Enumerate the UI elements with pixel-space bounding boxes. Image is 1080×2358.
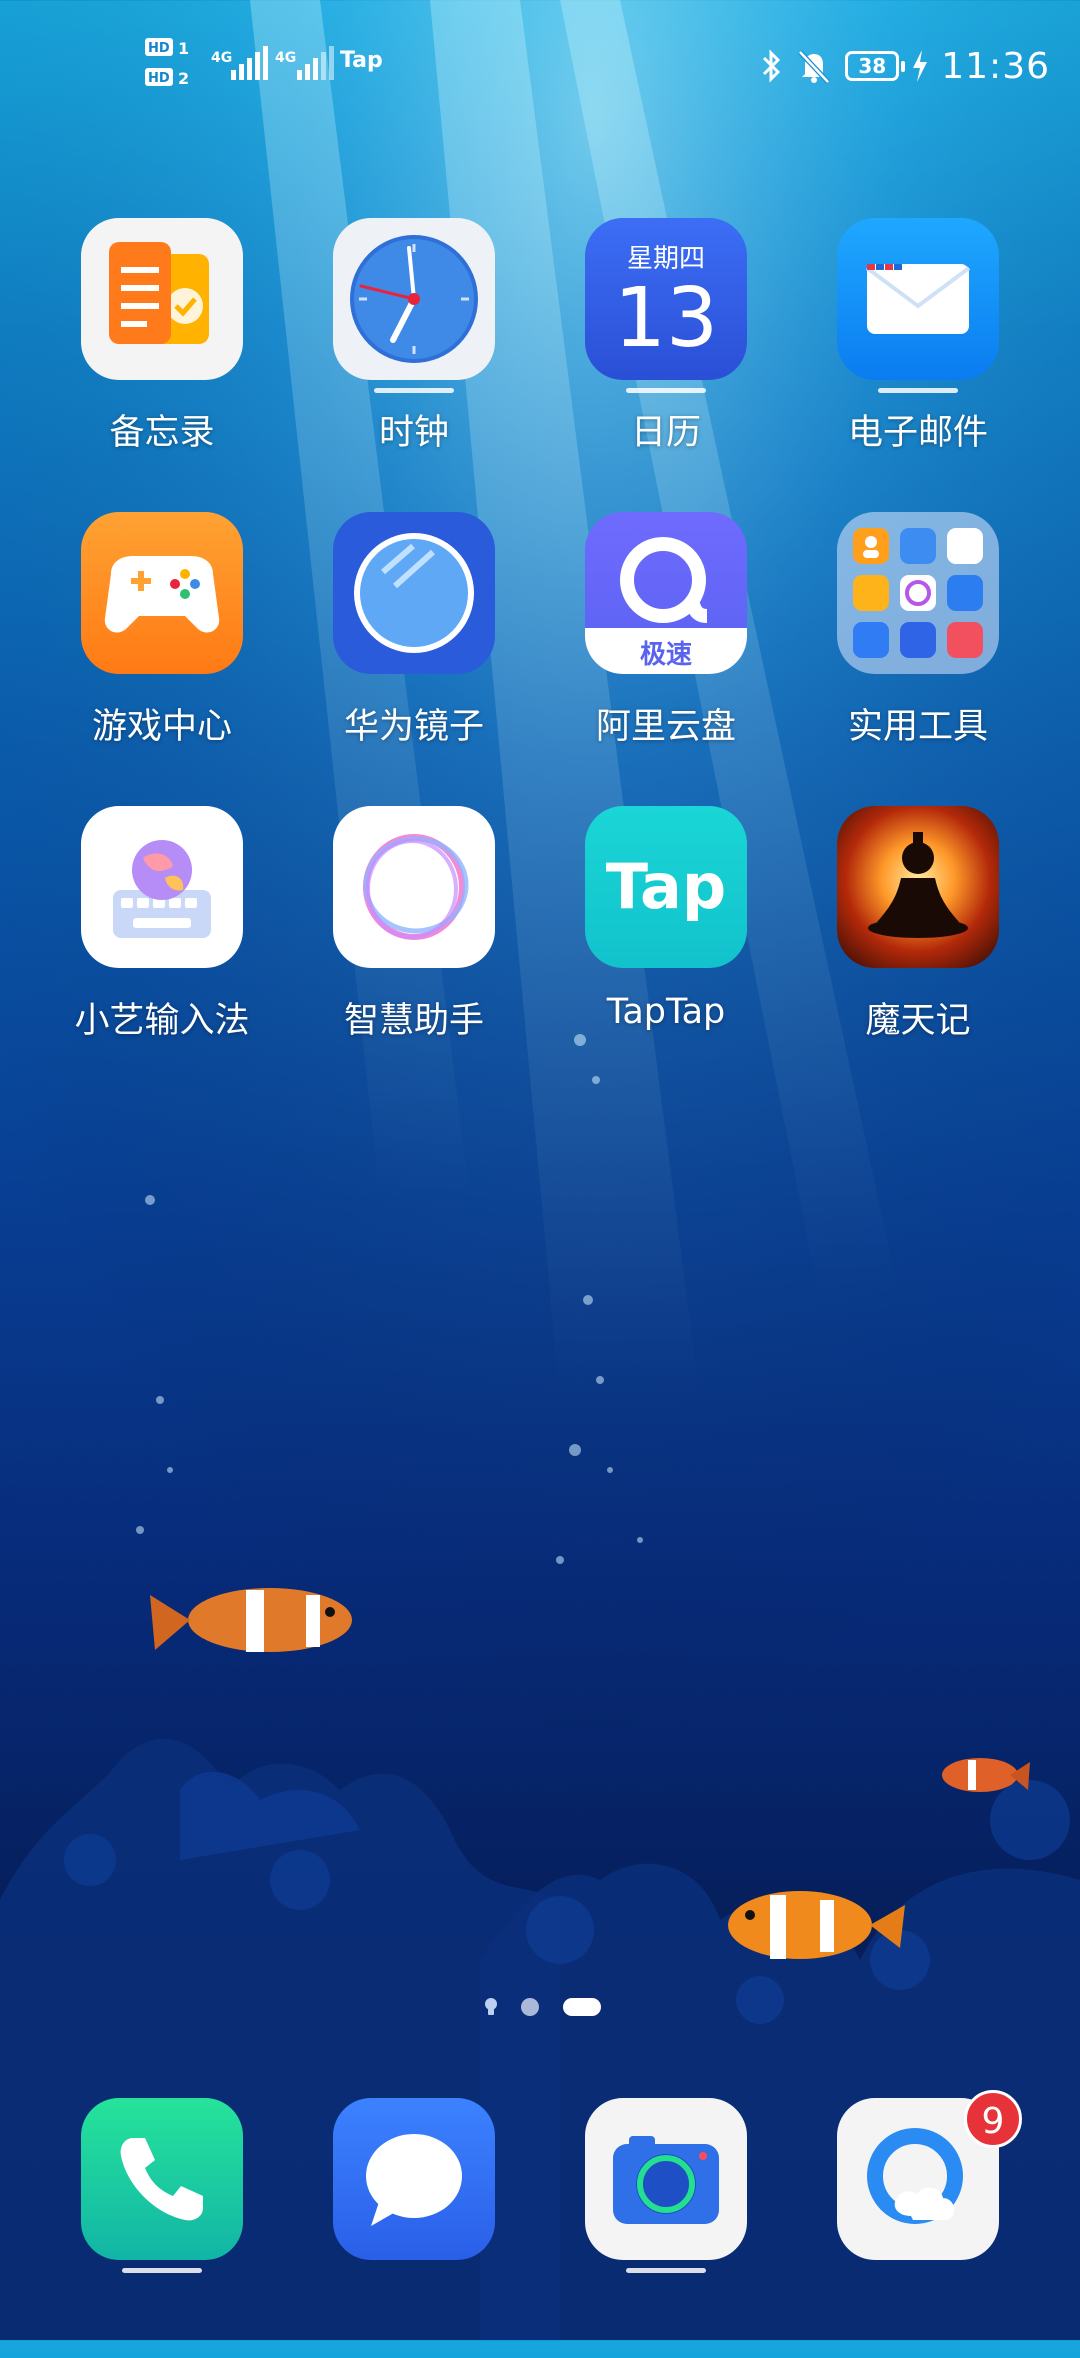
calendar-day: 13 bbox=[613, 271, 719, 366]
app-label: 小艺输入法 bbox=[74, 1001, 250, 1041]
app-indicator-line bbox=[626, 2268, 706, 2273]
taptap-logo-text: Tap bbox=[605, 850, 727, 923]
camera-icon bbox=[585, 2098, 747, 2260]
app-label: 游戏中心 bbox=[91, 707, 232, 747]
svg-text:HD: HD bbox=[148, 41, 170, 56]
aliyun-drive-icon: 极速 bbox=[585, 512, 747, 674]
app-indicator-line bbox=[878, 388, 958, 393]
clock-icon bbox=[333, 218, 495, 380]
notification-tap-label: Tap bbox=[340, 48, 383, 73]
app-label: 日历 bbox=[630, 413, 701, 453]
app-label: 时钟 bbox=[378, 413, 449, 453]
charging-bolt-icon bbox=[911, 48, 929, 84]
message-bubble-icon bbox=[333, 2098, 495, 2260]
status-time: 11:36 bbox=[941, 45, 1050, 87]
taptap-icon: Tap bbox=[585, 806, 747, 968]
dock-phone[interactable] bbox=[62, 2098, 262, 2358]
email-icon bbox=[837, 218, 999, 380]
app-calendar[interactable]: 星期四 13 日历 bbox=[566, 218, 766, 478]
bluetooth-icon bbox=[759, 46, 783, 86]
game-mtj-icon bbox=[837, 806, 999, 968]
app-taptap[interactable]: Tap TapTap bbox=[566, 806, 766, 1066]
notification-badge: 9 bbox=[964, 2090, 1022, 2148]
aliyun-speed-tag: 极速 bbox=[639, 640, 692, 670]
dock-camera[interactable] bbox=[566, 2098, 766, 2358]
app-motianji[interactable]: 魔天记 bbox=[818, 806, 1018, 1066]
app-label: 阿里云盘 bbox=[595, 707, 736, 747]
silent-bell-icon bbox=[795, 46, 833, 86]
tools-folder-icon bbox=[837, 512, 999, 674]
svg-text:4G: 4G bbox=[211, 50, 232, 66]
app-clock[interactable]: 时钟 bbox=[314, 218, 514, 478]
app-aliyun-drive[interactable]: 极速 阿里云盘 bbox=[566, 512, 766, 772]
app-label: 备忘录 bbox=[109, 413, 215, 453]
battery-icon: 38 bbox=[845, 51, 906, 81]
calendar-icon: 星期四 13 bbox=[585, 218, 747, 380]
app-indicator-line bbox=[626, 388, 706, 393]
app-indicator-line bbox=[122, 2268, 202, 2273]
app-indicator-line bbox=[374, 388, 454, 393]
app-label: 电子邮件 bbox=[847, 413, 988, 453]
mirror-icon bbox=[333, 512, 495, 674]
app-mirror[interactable]: 华为镜子 bbox=[314, 512, 514, 772]
app-xiaoyi-input[interactable]: 小艺输入法 bbox=[62, 806, 262, 1066]
clownfish-illustration bbox=[150, 1588, 352, 1652]
keyboard-icon bbox=[81, 806, 243, 968]
dock: 9 bbox=[0, 2090, 1080, 2278]
page-indicator[interactable] bbox=[0, 1994, 1080, 2020]
app-memo[interactable]: 备忘录 bbox=[62, 218, 262, 478]
dock-browser[interactable]: 9 bbox=[818, 2090, 1022, 2358]
svg-text:2: 2 bbox=[178, 69, 189, 88]
svg-text:1: 1 bbox=[178, 39, 189, 58]
svg-text:4G: 4G bbox=[275, 50, 296, 66]
calendar-weekday: 星期四 bbox=[626, 244, 705, 274]
hint-bulb-icon bbox=[485, 1998, 497, 2015]
app-game-center[interactable]: 游戏中心 bbox=[62, 512, 262, 772]
memo-icon bbox=[81, 218, 243, 380]
svg-text:HD: HD bbox=[148, 71, 170, 86]
app-label: 实用工具 bbox=[847, 707, 988, 747]
dock-messages[interactable] bbox=[314, 2098, 514, 2358]
app-folder-tools[interactable]: 实用工具 bbox=[818, 512, 1018, 772]
app-email[interactable]: 电子邮件 bbox=[818, 218, 1018, 478]
app-label: 魔天记 bbox=[865, 1001, 971, 1041]
phone-icon bbox=[81, 2098, 243, 2260]
assistant-ring-icon bbox=[333, 806, 495, 968]
app-smart-assistant[interactable]: 智慧助手 bbox=[314, 806, 514, 1066]
app-label: TapTap bbox=[606, 992, 726, 1032]
gamepad-icon bbox=[81, 512, 243, 674]
app-label: 智慧助手 bbox=[343, 1001, 484, 1041]
status-bar: HD 1 HD 2 4G 4G Tap 38 11:36 bbox=[0, 0, 1080, 130]
app-label: 华为镜子 bbox=[343, 707, 484, 747]
